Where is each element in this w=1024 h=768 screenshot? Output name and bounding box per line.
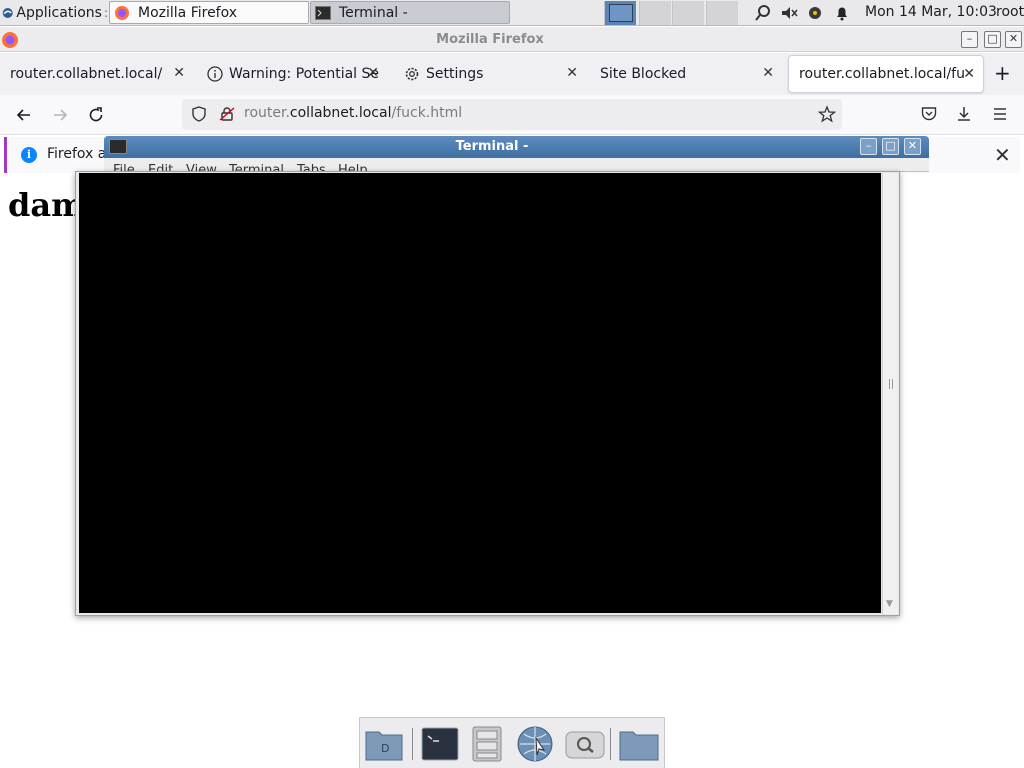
dock-separator (610, 728, 611, 760)
terminal-titlebar[interactable]: Terminal - – □ ✕ (104, 136, 929, 158)
close-tab-icon[interactable]: ✕ (566, 65, 578, 81)
downloads-icon[interactable] (955, 105, 973, 123)
bookmark-star-icon[interactable] (818, 105, 836, 123)
volume-muted-icon[interactable] (780, 4, 798, 22)
reload-icon[interactable] (86, 105, 106, 125)
terminal-menubar: File Edit View Terminal Tabs Help (104, 158, 929, 172)
terminal-window: Terminal - – □ ✕ File Edit View Terminal… (75, 136, 929, 616)
workspace-2[interactable] (639, 1, 671, 25)
terminal-body: ▼ (75, 171, 900, 616)
forward-arrow-icon[interactable] (50, 105, 70, 125)
close-button[interactable]: ✕ (1005, 31, 1022, 48)
applications-label: Applications (16, 4, 102, 21)
top-panel: Applications : Mozilla Firefox Terminal … (0, 0, 1024, 26)
tab-label: Site Blocked (600, 66, 687, 82)
scroll-down-arrow-icon[interactable]: ▼ (886, 599, 893, 609)
user-menu[interactable]: root (996, 4, 1024, 20)
applications-suffix: : (103, 5, 108, 20)
close-tab-icon[interactable]: ✕ (963, 66, 975, 82)
minimize-button[interactable]: – (860, 138, 877, 155)
firefox-titlebar: Mozilla Firefox (0, 27, 1024, 52)
tab-router-home[interactable]: router.collabnet.local/ ✕ (0, 53, 193, 95)
back-arrow-icon[interactable] (14, 105, 34, 125)
scrollbar-grip[interactable] (889, 379, 893, 389)
terminal-screen[interactable] (79, 173, 881, 613)
url-prefix: router. (244, 105, 290, 121)
tab-label: router.collabnet.local/ (10, 66, 163, 82)
new-tab-button[interactable]: + (994, 63, 1011, 83)
tab-site-blocked[interactable]: Site Blocked ✕ (590, 53, 782, 95)
url-bar[interactable]: router.collabnet.local/fuck.html (182, 99, 842, 130)
taskbar-firefox-button[interactable]: Mozilla Firefox (109, 1, 309, 24)
hamburger-menu-icon[interactable] (991, 105, 1009, 123)
file-cabinet-icon[interactable] (467, 724, 509, 764)
info-icon: i (21, 147, 37, 163)
pocket-icon[interactable] (920, 105, 938, 123)
taskbar-terminal-label: Terminal - (339, 4, 408, 21)
terminal-scrollbar[interactable]: ▼ (882, 173, 898, 614)
tab-router-active[interactable]: router.collabnet.local/fu ✕ (788, 55, 984, 93)
firefox-window-title: Mozilla Firefox (436, 32, 544, 47)
close-tab-icon[interactable]: ✕ (762, 65, 774, 81)
dock-separator (412, 728, 413, 760)
close-tab-icon[interactable]: ✕ (173, 65, 185, 81)
clock[interactable]: Mon 14 Mar, 10:03 (865, 4, 997, 20)
close-button[interactable]: ✕ (904, 138, 921, 155)
terminal-icon (315, 5, 331, 20)
firefox-icon (115, 5, 129, 20)
page-heading: dam (8, 186, 85, 224)
dock: D (359, 717, 665, 768)
navigation-toolbar: router.collabnet.local/fuck.html (0, 95, 1024, 135)
tab-settings[interactable]: Settings ✕ (394, 53, 586, 95)
url-text[interactable]: router.collabnet.local/fuck.html (244, 105, 462, 121)
gear-icon (404, 66, 420, 82)
workspace-1[interactable] (604, 1, 636, 25)
terminal-icon[interactable] (420, 724, 462, 764)
desktop-icon[interactable]: D (363, 724, 405, 764)
taskbar-terminal-button[interactable]: Terminal - (310, 1, 510, 24)
taskbar-firefox-label: Mozilla Firefox (138, 4, 238, 21)
maximize-button[interactable]: □ (984, 31, 1001, 48)
tab-label: Warning: Potential Se (229, 66, 380, 82)
web-browser-icon[interactable] (514, 724, 556, 764)
svg-text:D: D (381, 742, 389, 755)
url-path: /fuck.html (391, 105, 463, 121)
folder-icon[interactable] (618, 724, 660, 764)
notification-bell-icon[interactable] (833, 4, 851, 22)
close-notification-icon[interactable]: ✕ (994, 143, 1011, 167)
search-icon[interactable] (754, 4, 772, 22)
maximize-button[interactable]: □ (882, 138, 899, 155)
minimize-button[interactable]: – (961, 31, 978, 48)
url-host: collabnet.local (289, 105, 392, 121)
tab-warning[interactable]: Warning: Potential Se ✕ (197, 53, 387, 95)
tab-label: router.collabnet.local/fu (799, 66, 965, 82)
applications-menu-button[interactable]: Applications : (0, 0, 108, 25)
search-icon[interactable] (564, 724, 606, 764)
insecure-lock-icon[interactable] (218, 105, 236, 123)
tab-bar: router.collabnet.local/ ✕ Warning: Poten… (0, 53, 1024, 95)
workspace-3[interactable] (672, 1, 704, 25)
terminal-title: Terminal - (455, 139, 529, 154)
workspace-4[interactable] (706, 1, 738, 25)
network-icon[interactable] (806, 4, 824, 22)
tab-label: Settings (426, 66, 484, 82)
close-tab-icon[interactable]: ✕ (367, 65, 379, 81)
tracking-protection-shield-icon[interactable] (190, 105, 208, 123)
distro-logo-icon (2, 7, 13, 18)
info-circle-icon (207, 66, 223, 82)
